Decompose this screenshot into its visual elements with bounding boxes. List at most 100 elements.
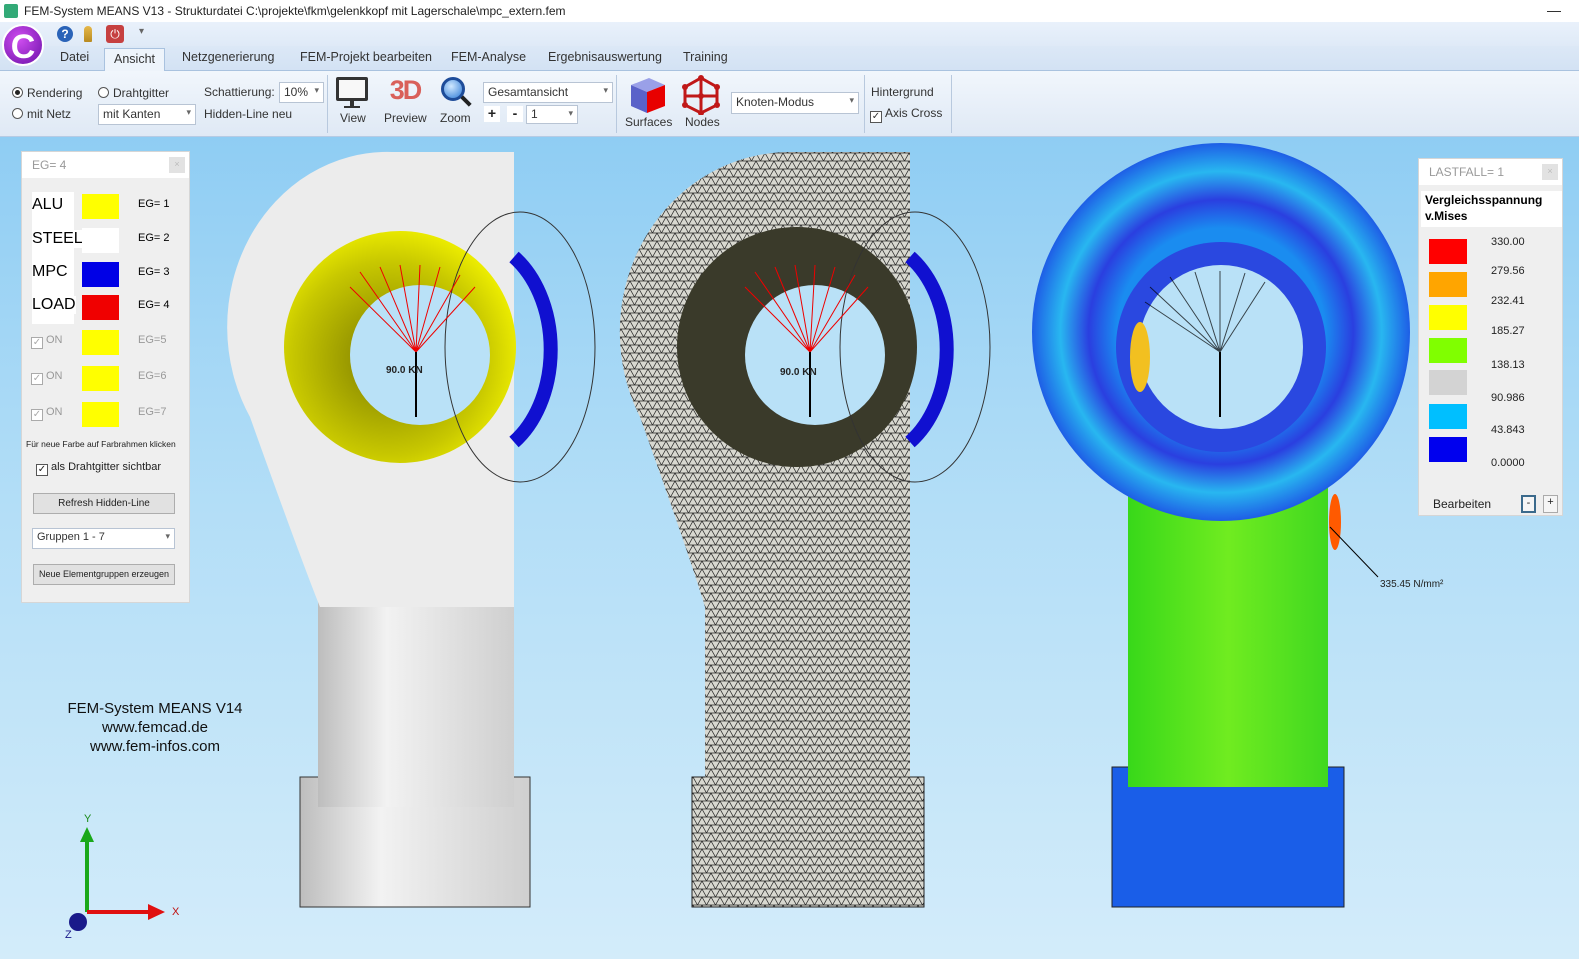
3d-icon: 3D: [389, 75, 423, 105]
legend-color: [1429, 404, 1467, 429]
surfaces-button[interactable]: Surfaces: [623, 75, 673, 131]
watermark: FEM-System MEANS V14 www.femcad.de www.fem…: [67, 700, 243, 755]
model-rendered: [227, 151, 596, 908]
legend-color: [1429, 437, 1467, 462]
group-on-checkbox[interactable]: ✓ ON: [31, 406, 63, 421]
legend-heading: Vergleichsspannung v.Mises: [1421, 191, 1562, 227]
legend-minus-button[interactable]: -: [1521, 495, 1536, 513]
legend-color: [1429, 338, 1467, 363]
key-icon[interactable]: [84, 26, 92, 42]
group-name: ALU: [32, 196, 64, 214]
legend-plus-button[interactable]: +: [1543, 495, 1558, 513]
legend-value: 279.56: [1491, 265, 1525, 277]
legend-color: [1429, 239, 1467, 264]
nodes-button[interactable]: Nodes: [680, 75, 724, 131]
separator: [864, 75, 865, 133]
app-icon: [4, 4, 18, 18]
schattierung-label: Schattierung:: [204, 85, 275, 99]
view-button[interactable]: View: [334, 75, 370, 127]
preview-button[interactable]: 3D Preview: [382, 75, 428, 127]
edit-button[interactable]: Bearbeiten: [1433, 497, 1491, 511]
model-stress-result: [1032, 143, 1410, 908]
ribbon-tabs: Datei Ansicht Netzgenerierung FEM-Projek…: [0, 46, 1579, 72]
title-bar: FEM-System MEANS V13 - Strukturdatei C:\…: [0, 0, 1579, 22]
group-id: EG= 2: [138, 232, 170, 244]
load-label: 90.0 KN: [386, 365, 423, 376]
group-id: EG=6: [138, 370, 167, 382]
stress-legend-panel: LASTFALL= 1 × Vergleichsspannung v.Mises 3…: [1418, 158, 1563, 516]
color-swatch[interactable]: [82, 262, 119, 287]
max-stress-label: 335.45 N/mm²: [1380, 579, 1444, 590]
kanten-select[interactable]: mit Kanten: [98, 104, 196, 125]
power-icon[interactable]: ⏻: [106, 25, 124, 43]
model-canvas[interactable]: [0, 137, 1579, 959]
close-button[interactable]: ×: [169, 157, 185, 173]
legend-value: 90.986: [1491, 392, 1525, 404]
group-on-checkbox[interactable]: ✓ ON: [31, 334, 63, 349]
color-swatch[interactable]: [82, 194, 119, 219]
drahtgitter-radio[interactable]: Drahtgitter: [98, 86, 169, 100]
ribbon: Rendering Drahtgitter mit Netz mit Kante…: [0, 71, 1579, 137]
minimize-button[interactable]: —: [1547, 2, 1561, 18]
separator: [327, 75, 328, 133]
monitor-icon: [336, 77, 368, 101]
axis-y-label: Y: [84, 813, 92, 825]
zoom-plus-button[interactable]: +: [484, 106, 500, 122]
tab-training[interactable]: Training: [683, 50, 728, 64]
color-swatch[interactable]: [82, 366, 119, 391]
group-name: MPC: [32, 263, 68, 281]
ansicht-select[interactable]: Gesamtansicht: [483, 82, 613, 103]
element-group-panel: EG= 4 × ALU STEEL MPC LOAD EG= 1 EG= 2 EG…: [21, 151, 190, 603]
color-swatch[interactable]: [82, 330, 119, 355]
tab-netzgenerierung[interactable]: Netzgenerierung: [182, 50, 274, 64]
wireframe-visible-checkbox[interactable]: ✓ als Drahtgitter sichtbar: [36, 461, 161, 476]
window-title: FEM-System MEANS V13 - Strukturdatei C:\…: [24, 4, 566, 18]
model-mesh: [619, 151, 991, 908]
axis-z-label: Z: [65, 929, 72, 941]
hidden-line-button[interactable]: Hidden-Line neu: [204, 107, 292, 121]
quick-access-toolbar: C ? ⏻ ▾: [0, 22, 1579, 66]
tab-fem-projekt[interactable]: FEM-Projekt bearbeiten: [300, 50, 432, 64]
group-id: EG=5: [138, 334, 167, 346]
rendering-radio[interactable]: Rendering: [12, 86, 82, 100]
group-name: LOAD: [32, 296, 76, 314]
zoom-button[interactable]: Zoom: [438, 75, 474, 127]
schattierung-select[interactable]: 10%: [279, 82, 324, 103]
legend-value: 0.0000: [1491, 457, 1525, 469]
app-menu-logo[interactable]: C: [2, 24, 44, 66]
group-id: EG= 3: [138, 266, 170, 278]
create-element-groups-button[interactable]: Neue Elementgruppen erzeugen: [33, 564, 175, 585]
tab-datei[interactable]: Datei: [60, 50, 89, 64]
tab-ansicht[interactable]: Ansicht: [104, 48, 165, 72]
nodes-icon: [682, 75, 720, 116]
color-swatch[interactable]: [82, 402, 119, 427]
legend-value: 330.00: [1491, 236, 1525, 248]
modus-select[interactable]: Knoten-Modus: [731, 92, 859, 114]
axis-x-label: X: [172, 906, 180, 918]
mit-netz-radio[interactable]: mit Netz: [12, 107, 71, 121]
cube-icon: [631, 78, 665, 113]
zoom-minus-button[interactable]: -: [507, 106, 523, 122]
group-on-checkbox[interactable]: ✓ ON: [31, 370, 63, 385]
color-hint: Für neue Farbe auf Farbrahmen klicken: [26, 439, 176, 449]
group-name: STEEL: [32, 230, 83, 248]
refresh-hidden-line-button[interactable]: Refresh Hidden-Line: [33, 493, 175, 514]
group-id: EG= 1: [138, 198, 170, 210]
panel-header: EG= 4 ×: [22, 152, 189, 178]
groups-select[interactable]: Gruppen 1 - 7: [32, 528, 175, 549]
group-id: EG= 4: [138, 299, 170, 311]
tab-fem-analyse[interactable]: FEM-Analyse: [451, 50, 526, 64]
axis-cross-checkbox[interactable]: ✓ Axis Cross: [870, 106, 942, 123]
separator: [951, 75, 952, 133]
3d-viewport[interactable]: 90.0 KN 90.0 KN 335.45 N/mm² FEM-System …: [0, 137, 1579, 959]
separator: [616, 75, 617, 133]
color-swatch[interactable]: [82, 295, 119, 320]
step-select[interactable]: 1: [526, 105, 578, 124]
tab-ergebnisauswertung[interactable]: Ergebnisauswertung: [548, 50, 662, 64]
customize-quick-access[interactable]: ▾: [139, 26, 144, 37]
hintergrund-button[interactable]: Hintergrund: [871, 85, 934, 99]
legend-value: 138.13: [1491, 359, 1525, 371]
help-icon[interactable]: ?: [57, 26, 73, 42]
close-button[interactable]: ×: [1542, 164, 1558, 180]
color-swatch[interactable]: [82, 228, 119, 253]
